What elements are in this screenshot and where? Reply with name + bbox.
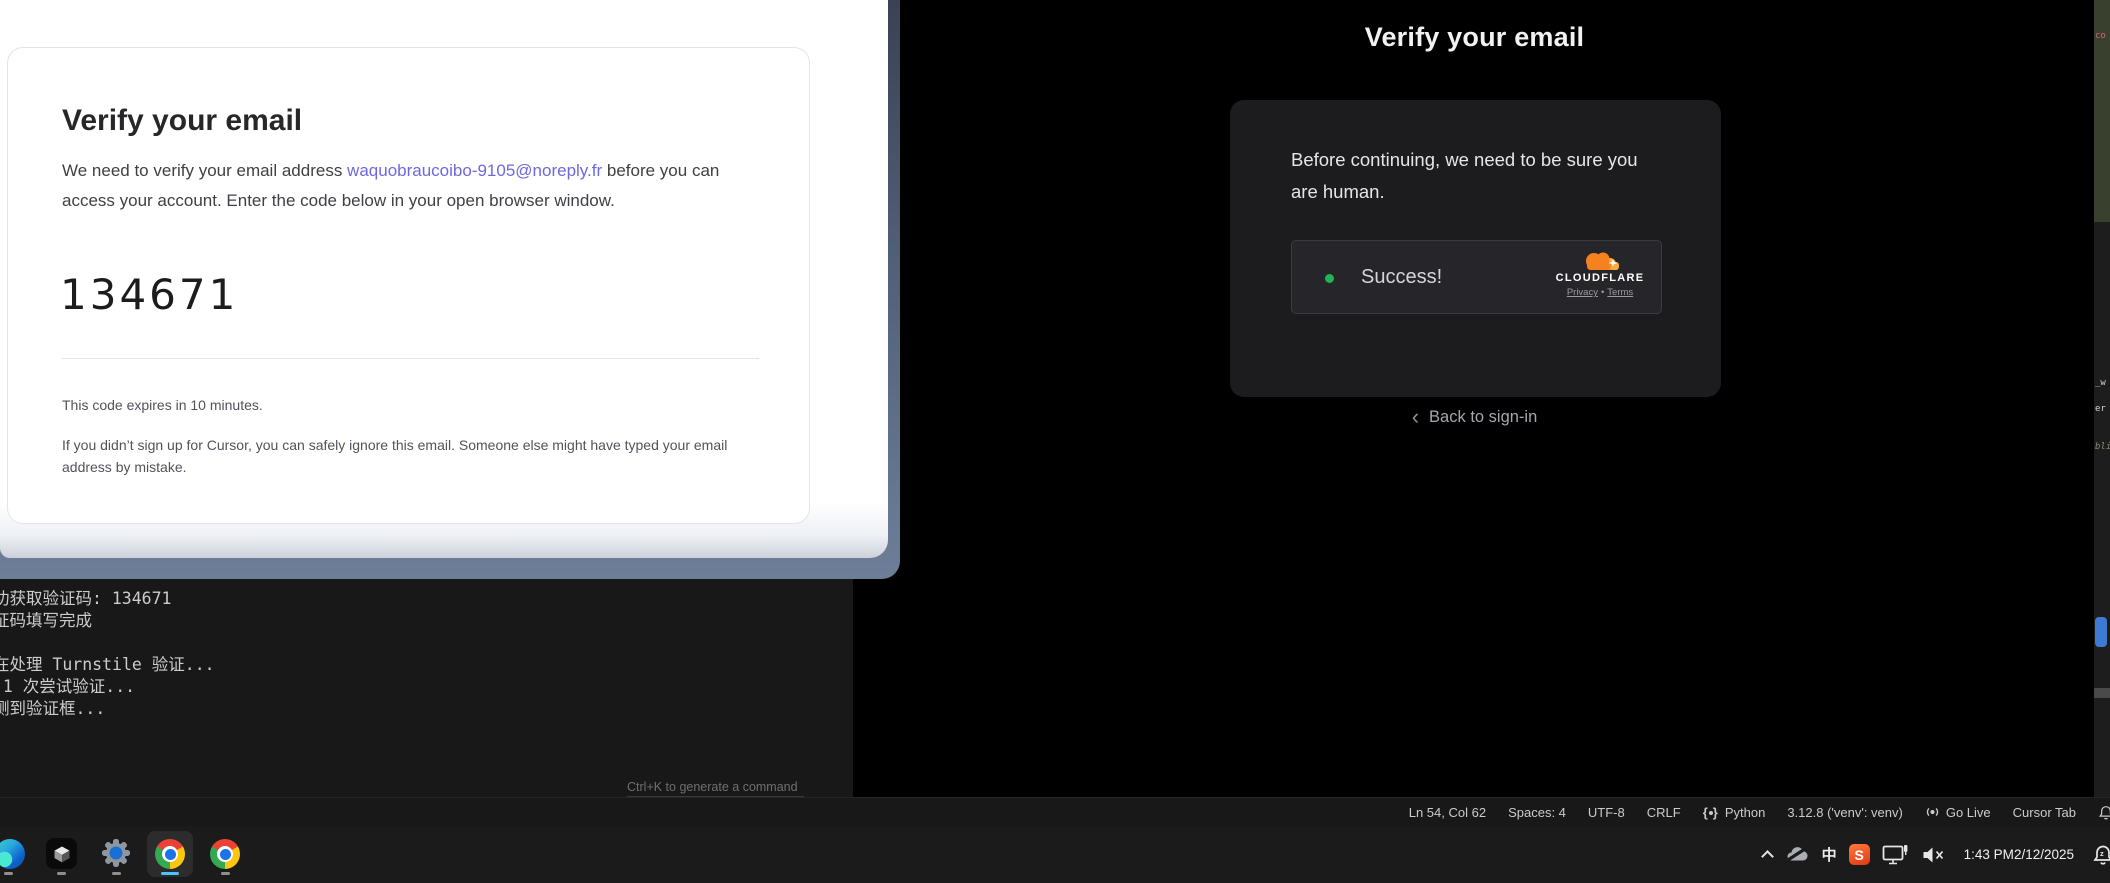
tray-chevron-up-icon[interactable]	[1763, 849, 1772, 861]
email-window-frame: Verify your email We need to verify your…	[0, 0, 900, 579]
email-heading: Verify your email	[62, 104, 302, 138]
edge-icon[interactable]	[0, 839, 25, 869]
screen: 功获取验证码: 134671 证码填写完成 在处理 Turnstile 验证..…	[0, 0, 2110, 883]
tray-date: 2/12/2025	[2014, 846, 2074, 863]
chrome-icon[interactable]	[210, 839, 240, 869]
code-fragment: _w	[2095, 378, 2106, 388]
settings-gear-icon[interactable]	[100, 837, 132, 869]
statusbar-cursor-position[interactable]: Ln 54, Col 62	[1398, 798, 1497, 826]
chrome-logo-icon	[155, 839, 185, 869]
statusbar-language[interactable]: {} Python	[1692, 798, 1777, 826]
verification-code: 134671	[60, 270, 238, 319]
cloudflare-logo: CLOUDFLARE Privacy•Terms	[1552, 250, 1648, 298]
svg-text:z: z	[2100, 849, 2104, 858]
s-app-tray-icon[interactable]: S	[1849, 844, 1870, 865]
volume-muted-icon[interactable]	[1921, 845, 1946, 865]
ignore-note: If you didn’t sign up for Cursor, you ca…	[62, 435, 769, 478]
terminal-line: 在处理 Turnstile 验证...	[0, 651, 215, 673]
expiry-note: This code expires in 10 minutes.	[62, 397, 263, 413]
dot-separator: •	[1601, 287, 1604, 298]
email-window: Verify your email We need to verify your…	[0, 0, 888, 558]
terminal-line: 1 次尝试验证...	[0, 673, 215, 695]
divider	[62, 358, 759, 359]
turnstile-widget[interactable]: Success! CLOUDFLARE Privacy•Terms	[1291, 240, 1662, 314]
tray-time: 1:43 PM	[1964, 846, 2014, 863]
cube-icon	[52, 844, 72, 864]
success-dot-icon	[1325, 274, 1334, 283]
terminal-panel[interactable]: 功获取验证码: 134671 证码填写完成 在处理 Turnstile 验证..…	[0, 579, 853, 797]
terminal-line: 测到验证框...	[0, 695, 215, 717]
notification-bell-icon[interactable]: z	[2092, 843, 2110, 866]
code-fragment: bli	[2095, 442, 2110, 452]
taskbar-app-icons	[0, 826, 280, 883]
terminal-output: 功获取验证码: 134671 证码填写完成 在处理 Turnstile 验证..…	[0, 585, 215, 717]
terminal-line: 功获取验证码: 134671	[0, 585, 215, 607]
statusbar-eol[interactable]: CRLF	[1636, 798, 1692, 826]
statusbar-indentation[interactable]: Spaces: 4	[1497, 798, 1577, 826]
statusbar-go-live-label: Go Live	[1946, 805, 1991, 820]
scrollbar-badge[interactable]	[2095, 617, 2107, 647]
active-running-indicator	[161, 872, 179, 875]
running-indicator	[221, 872, 230, 875]
verify-page-title: Verify your email	[853, 22, 2096, 53]
braces-icon: {}	[1703, 805, 1719, 820]
broadcast-icon	[1925, 805, 1940, 819]
cloudflare-cloud-icon	[1577, 250, 1623, 271]
system-tray: 中 S 1:43 PM 2/12/2025	[1763, 826, 2110, 883]
chrome-active-icon[interactable]	[147, 831, 193, 877]
onedrive-offline-icon[interactable]	[1784, 844, 1810, 865]
email-card: Verify your email We need to verify your…	[7, 47, 810, 524]
code-fragment: co	[2095, 31, 2106, 41]
back-link-label: Back to sign-in	[1429, 408, 1537, 426]
terminal-command-hint: Ctrl+K to generate a command	[627, 780, 798, 794]
statusbar-notifications[interactable]	[2087, 798, 2110, 826]
bell-icon	[2098, 804, 2110, 821]
editor-sliver: co _w er bli	[2094, 0, 2110, 797]
verify-card-message: Before continuing, we need to be sure yo…	[1291, 144, 1669, 207]
status-bar: Ln 54, Col 62 Spaces: 4 UTF-8 CRLF {} Py…	[0, 797, 2110, 826]
code-fragment: er	[2095, 404, 2106, 414]
running-indicator	[57, 872, 66, 875]
chevron-left-icon: ‹	[1412, 404, 1419, 429]
running-indicator	[4, 872, 13, 875]
scrollbar-thumb[interactable]	[2094, 688, 2110, 698]
statusbar-encoding[interactable]: UTF-8	[1577, 798, 1636, 826]
display-tray-icon[interactable]	[1882, 843, 1909, 866]
back-to-sign-in-link[interactable]: ‹ Back to sign-in	[853, 404, 2096, 430]
verify-card: Before continuing, we need to be sure yo…	[1230, 100, 1721, 397]
terminal-line	[0, 629, 215, 651]
statusbar-cursor-tab[interactable]: Cursor Tab	[2002, 798, 2087, 826]
terms-link[interactable]: Terms	[1607, 287, 1633, 298]
email-address-link[interactable]: waquobraucoibo-9105@noreply.fr	[347, 161, 602, 180]
taskbar: 中 S 1:43 PM 2/12/2025	[0, 826, 2110, 883]
turnstile-status: Success!	[1361, 266, 1442, 289]
running-indicator	[112, 872, 121, 875]
terminal-line: 证码填写完成	[0, 607, 215, 629]
taskbar-clock[interactable]: 1:43 PM 2/12/2025	[1964, 846, 2074, 863]
ime-indicator[interactable]: 中	[1822, 844, 1837, 865]
cloudflare-wordmark: CLOUDFLARE	[1552, 272, 1648, 284]
statusbar-language-label: Python	[1725, 805, 1765, 820]
email-body: We need to verify your email address waq…	[62, 156, 767, 215]
statusbar-interpreter[interactable]: 3.12.8 ('venv': venv)	[1776, 798, 1914, 826]
cursor-app-icon[interactable]	[46, 838, 77, 869]
browser-window: Verify your email Before continuing, we …	[853, 0, 2096, 797]
statusbar-go-live[interactable]: Go Live	[1914, 798, 2002, 826]
email-body-before: We need to verify your email address	[62, 161, 347, 180]
privacy-link[interactable]: Privacy	[1567, 287, 1598, 298]
